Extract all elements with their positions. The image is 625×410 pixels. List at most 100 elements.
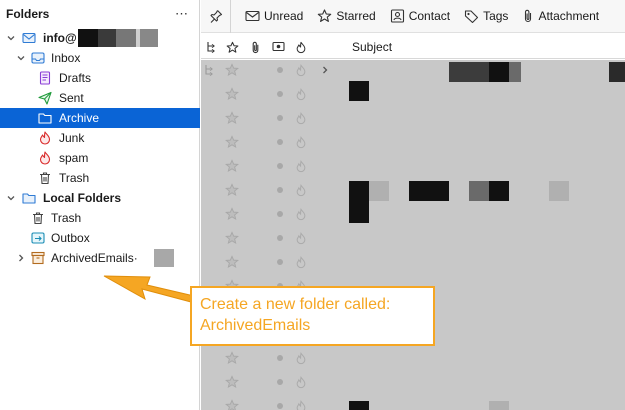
local-folder-outbox[interactable]: Outbox [0, 228, 200, 248]
read-dot-icon[interactable] [273, 111, 287, 125]
star-column-icon[interactable] [225, 40, 239, 54]
chevron-right-icon[interactable] [16, 253, 26, 263]
tags-filter-button[interactable]: Tags [458, 4, 514, 28]
message-row[interactable] [201, 370, 625, 394]
folder-label: Outbox [51, 231, 90, 245]
message-row[interactable] [201, 130, 625, 154]
read-dot-icon[interactable] [273, 375, 287, 389]
read-dot-icon[interactable] [273, 63, 287, 77]
star-icon[interactable] [225, 351, 239, 365]
attachment-column-icon[interactable] [248, 40, 262, 54]
read-dot-icon[interactable] [273, 399, 287, 410]
star-icon[interactable] [225, 231, 239, 245]
message-row[interactable] [201, 154, 625, 178]
chevron-down-icon[interactable] [6, 193, 16, 203]
read-dot-icon[interactable] [273, 159, 287, 173]
redaction-block [609, 62, 625, 82]
redaction-block [154, 249, 174, 267]
message-row[interactable] [201, 82, 625, 106]
folder-junk[interactable]: Junk [0, 128, 200, 148]
star-icon[interactable] [225, 87, 239, 101]
folder-pane-menu-button[interactable]: ⋯ [175, 6, 189, 22]
subject-column-header[interactable]: Subject [352, 40, 392, 54]
folder-sent[interactable]: Sent [0, 88, 200, 108]
redaction-block [489, 401, 509, 410]
folder-inbox[interactable]: Inbox [0, 48, 200, 68]
callout-line-2: ArchivedEmails [200, 317, 311, 334]
outbox-icon [31, 231, 45, 245]
star-icon[interactable] [225, 159, 239, 173]
chevron-down-icon[interactable] [16, 53, 26, 63]
junk-flame-icon[interactable] [294, 183, 308, 197]
local-folder-archived-emails[interactable]: ArchivedEmails· [0, 248, 200, 268]
star-icon[interactable] [225, 63, 239, 77]
contact-filter-button[interactable]: Contact [384, 4, 456, 28]
folder-spam[interactable]: spam [0, 148, 200, 168]
folder-drafts[interactable]: Drafts [0, 68, 200, 88]
junk-flame-icon[interactable] [294, 399, 308, 410]
folder-label: Trash [59, 171, 90, 185]
attachment-label: Attachment [538, 9, 600, 23]
junk-flame-icon[interactable] [294, 135, 308, 149]
folder-label: spam [59, 151, 89, 165]
thread-column-icon[interactable] [205, 40, 219, 54]
read-dot-icon[interactable] [273, 255, 287, 269]
junk-flame-icon[interactable] [294, 87, 308, 101]
redaction-block [78, 29, 98, 47]
message-row[interactable] [201, 106, 625, 130]
instruction-callout: Create a new folder called: ArchivedEmai… [190, 286, 435, 346]
unread-icon [245, 10, 260, 22]
star-icon[interactable] [225, 183, 239, 197]
read-dot-icon[interactable] [273, 135, 287, 149]
star-icon[interactable] [225, 207, 239, 221]
chevron-down-icon[interactable] [6, 33, 16, 43]
pin-button[interactable] [201, 0, 231, 33]
read-dot-icon[interactable] [273, 87, 287, 101]
star-icon[interactable] [225, 135, 239, 149]
folder-label: Archive [59, 111, 100, 125]
message-row[interactable] [201, 250, 625, 274]
account-row[interactable]: info@ [0, 28, 200, 48]
star-icon[interactable] [225, 399, 239, 410]
tag-icon [465, 10, 479, 23]
junk-flame-icon[interactable] [294, 159, 308, 173]
junk-flame-icon[interactable] [294, 207, 308, 221]
message-row[interactable] [201, 394, 625, 410]
read-dot-icon[interactable] [273, 207, 287, 221]
folder-trash[interactable]: Trash [0, 168, 200, 188]
trash-icon [38, 171, 52, 185]
junk-flame-icon[interactable] [294, 231, 308, 245]
unread-filter-button[interactable]: Unread [239, 4, 309, 28]
read-dot-icon[interactable] [273, 231, 287, 245]
archive-folder-icon [38, 111, 52, 125]
contact-icon [390, 9, 404, 23]
read-dot-icon[interactable] [273, 351, 287, 365]
message-row[interactable] [201, 226, 625, 250]
folder-label: Drafts [59, 71, 92, 85]
message-row[interactable] [201, 202, 625, 226]
junk-flame-icon[interactable] [294, 111, 308, 125]
junk-flame-icon[interactable] [294, 63, 308, 77]
junk-status-column-icon[interactable] [294, 40, 308, 54]
junk-flame-icon[interactable] [294, 375, 308, 389]
folder-archive[interactable]: Archive [0, 108, 200, 128]
local-folders-row[interactable]: Local Folders [0, 188, 200, 208]
message-list [201, 60, 625, 410]
message-row[interactable] [201, 346, 625, 370]
folder-label: Junk [59, 131, 85, 145]
star-icon[interactable] [225, 255, 239, 269]
starred-filter-button[interactable]: Starred [311, 4, 381, 28]
message-row[interactable] [201, 60, 625, 82]
star-icon[interactable] [225, 375, 239, 389]
redaction-block [469, 181, 489, 201]
star-icon[interactable] [225, 111, 239, 125]
local-folder-trash[interactable]: Trash [0, 208, 200, 228]
chevron-right-icon[interactable] [318, 63, 332, 77]
junk-flame-icon[interactable] [294, 351, 308, 365]
folder-pane: Folders ⋯ info@ Inbox Drafts Sent Archiv… [0, 0, 200, 410]
redaction-block [409, 181, 449, 201]
attachment-filter-button[interactable]: Attachment [516, 4, 605, 28]
read-status-column-icon[interactable] [271, 40, 285, 54]
read-dot-icon[interactable] [273, 183, 287, 197]
junk-flame-icon[interactable] [294, 255, 308, 269]
